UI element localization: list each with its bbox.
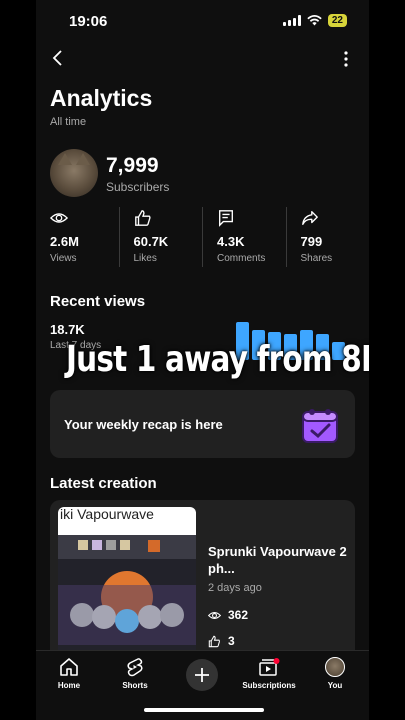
phone-screen: 19:06 22 Analytics All time 7,999 Subscr… xyxy=(36,0,369,720)
battery-icon: 22 xyxy=(327,14,347,27)
stat-comments[interactable]: 4.3K Comments xyxy=(202,207,286,267)
latest-creation-heading: Latest creation xyxy=(50,475,157,492)
thumbs-up-icon xyxy=(134,210,151,226)
page-subtitle: All time xyxy=(50,116,87,128)
channel-avatar xyxy=(50,149,98,197)
nav-label: Subscriptions xyxy=(242,681,296,690)
thumbnail-title: iki Vapourwave xyxy=(60,507,154,522)
nav-home[interactable]: Home xyxy=(36,657,102,690)
avatar xyxy=(325,657,345,677)
stat-label: Comments xyxy=(217,253,266,264)
nav-label: Shorts xyxy=(122,681,148,690)
subscriptions-icon xyxy=(259,658,280,676)
latest-video-card[interactable]: iki Vapourwave Sprunki Vapourwave 2 ph..… xyxy=(50,500,355,670)
nav-you[interactable]: You xyxy=(302,657,368,690)
signal-icon xyxy=(282,15,301,26)
calendar-check-icon xyxy=(302,409,338,443)
overlay-caption: Just 1 away from 8K xyxy=(65,339,369,380)
recent-views-heading: Recent views xyxy=(50,293,146,310)
stat-likes[interactable]: 60.7K Likes xyxy=(118,207,203,267)
status-time: 19:06 xyxy=(69,13,108,30)
create-button[interactable] xyxy=(186,659,218,691)
more-vertical-icon[interactable] xyxy=(343,50,349,68)
status-bar: 19:06 22 xyxy=(36,0,369,44)
stats-row: 2.6M Views 60.7K Likes 4.3K Comments 799… xyxy=(36,207,369,267)
status-icons: 22 xyxy=(282,14,347,27)
video-title[interactable]: Sprunki Vapourwave 2 ph... xyxy=(208,543,348,577)
stat-value: 2.6M xyxy=(50,234,79,249)
home-icon xyxy=(60,658,78,676)
stat-shares[interactable]: 799 Shares xyxy=(285,207,370,267)
thumbs-up-icon xyxy=(208,635,221,647)
stat-label: Likes xyxy=(133,253,157,264)
video-likes-value: 3 xyxy=(228,634,235,648)
stat-label: Views xyxy=(50,253,77,264)
create-plus-icon xyxy=(195,668,209,682)
recent-views-value: 18.7K xyxy=(50,322,85,337)
nav-subscriptions[interactable]: Subscriptions xyxy=(236,657,302,690)
nav-label: You xyxy=(327,681,343,690)
eye-icon xyxy=(208,611,221,619)
subscriber-count: 7,999 xyxy=(106,154,159,177)
page-title: Analytics xyxy=(50,85,153,111)
nav-label: Home xyxy=(57,681,81,690)
video-views: 362 xyxy=(208,608,248,622)
weekly-recap-card[interactable]: Your weekly recap is here xyxy=(50,390,355,458)
share-icon xyxy=(301,211,318,225)
video-likes: 3 xyxy=(208,634,235,648)
stat-label: Shares xyxy=(300,253,333,264)
video-age: 2 days ago xyxy=(208,582,262,594)
shorts-icon xyxy=(127,658,143,677)
stat-views[interactable]: 2.6M Views xyxy=(36,207,119,267)
recap-text: Your weekly recap is here xyxy=(64,417,223,432)
eye-icon xyxy=(50,213,68,223)
chevron-left-icon[interactable] xyxy=(50,50,66,66)
top-bar xyxy=(36,46,369,74)
stat-value: 799 xyxy=(300,234,323,249)
comment-icon xyxy=(219,210,233,227)
wifi-icon xyxy=(307,15,322,26)
video-views-value: 362 xyxy=(228,608,249,622)
home-indicator xyxy=(144,708,264,712)
stat-value: 4.3K xyxy=(217,234,245,249)
subscriber-label: Subscribers xyxy=(106,180,170,194)
nav-shorts[interactable]: Shorts xyxy=(102,657,168,690)
video-thumbnail[interactable]: iki Vapourwave xyxy=(58,507,196,670)
stat-value: 60.7K xyxy=(133,234,169,249)
